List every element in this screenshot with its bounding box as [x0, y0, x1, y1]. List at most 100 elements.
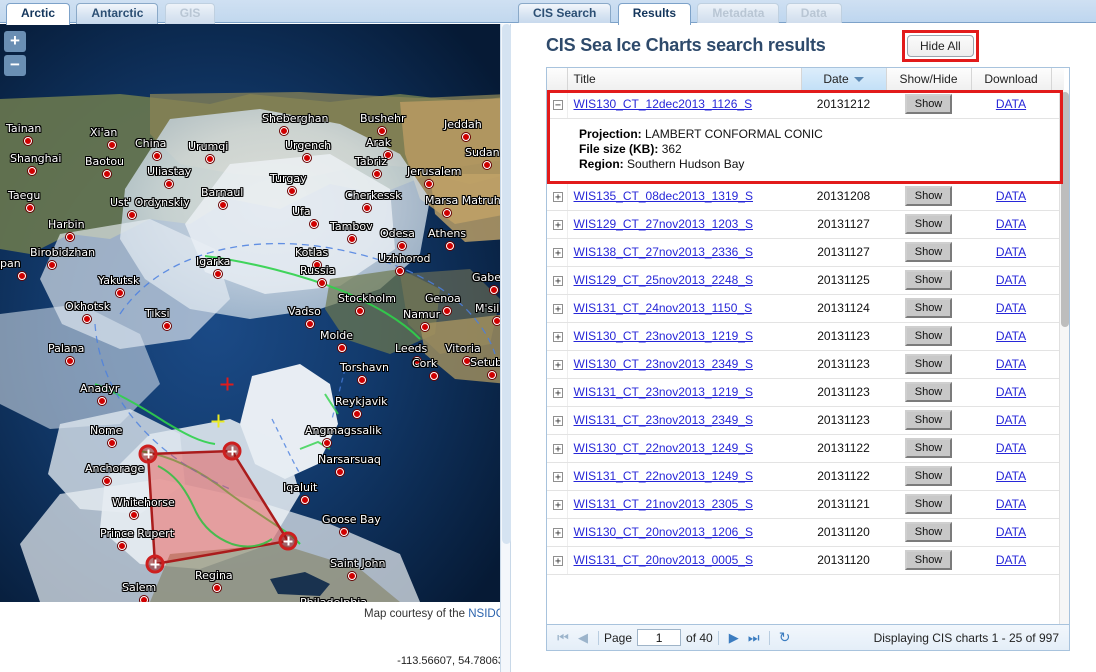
table-row[interactable]: + WIS130_CT_22nov2013_1249_S 20131122 Show D… [547, 434, 1064, 463]
download-data-link[interactable]: DATA [996, 553, 1026, 567]
row-expand-toggle[interactable]: + [553, 444, 563, 455]
tab-antarctic[interactable]: Antarctic [76, 3, 159, 24]
tab-cis-search[interactable]: CIS Search [518, 3, 612, 24]
chart-title-link[interactable]: WIS130_CT_23nov2013_2349_S [574, 357, 753, 371]
chart-title-link[interactable]: WIS138_CT_27nov2013_2336_S [574, 245, 753, 259]
chart-title-link[interactable]: WIS131_CT_24nov2013_1150_S [574, 301, 753, 315]
show-button[interactable]: Show [904, 438, 953, 458]
table-row[interactable]: + WIS130_CT_23nov2013_1219_S 20131123 Show D… [547, 322, 1064, 351]
next-page-button[interactable]: ▶ [724, 631, 744, 644]
download-data-link[interactable]: DATA [996, 441, 1026, 455]
row-expand-toggle[interactable]: + [553, 500, 563, 511]
row-expand-toggle[interactable]: + [553, 556, 563, 567]
zoom-out-button[interactable]: − [4, 55, 26, 76]
row-expand-toggle[interactable]: + [553, 472, 563, 483]
chart-title-link[interactable]: WIS131_CT_20nov2013_0005_S [574, 553, 753, 567]
refresh-icon[interactable]: ↻ [779, 629, 791, 646]
chart-title-link[interactable]: WIS131_CT_22nov2013_1249_S [574, 469, 753, 483]
row-expand-toggle[interactable]: + [553, 360, 563, 371]
map-viewport[interactable]: Tainan Xi'an China Urumqi Sheberghan Bushehr J… [0, 24, 508, 602]
row-expand-toggle[interactable]: + [553, 276, 563, 287]
download-data-link[interactable]: DATA [996, 357, 1026, 371]
results-grid-scrollbar-thumb[interactable] [1061, 92, 1069, 327]
download-data-link[interactable]: DATA [996, 413, 1026, 427]
table-row[interactable]: + WIS131_CT_20nov2013_0005_S 20131120 Show D… [547, 546, 1064, 575]
chart-title-link[interactable]: WIS130_CT_22nov2013_1249_S [574, 441, 753, 455]
table-row[interactable]: + WIS138_CT_27nov2013_2336_S 20131127 Show D… [547, 238, 1064, 267]
show-button[interactable]: Show [904, 186, 953, 206]
download-data-link[interactable]: DATA [996, 469, 1026, 483]
download-data-link[interactable]: DATA [996, 97, 1026, 111]
table-row[interactable]: + WIS130_CT_23nov2013_2349_S 20131123 Show D… [547, 350, 1064, 379]
table-row[interactable]: + WIS130_CT_20nov2013_1206_S 20131120 Show D… [547, 518, 1064, 547]
download-data-link[interactable]: DATA [996, 525, 1026, 539]
previous-page-button[interactable]: ◀ [573, 631, 593, 644]
row-expand-toggle[interactable]: + [553, 304, 563, 315]
row-expand-toggle[interactable]: + [553, 528, 563, 539]
tab-results[interactable]: Results [617, 3, 692, 25]
column-download[interactable]: Download [971, 68, 1052, 91]
download-data-link[interactable]: DATA [996, 385, 1026, 399]
chart-title-link[interactable]: WIS130_CT_12dec2013_1126_S [574, 97, 753, 111]
first-page-button[interactable]: ⏮ [553, 631, 573, 644]
show-button[interactable]: Show [904, 214, 953, 234]
chart-title-link[interactable]: WIS129_CT_27nov2013_1203_S [574, 217, 753, 231]
show-button[interactable]: Show [904, 242, 953, 262]
show-button[interactable]: Show [904, 270, 953, 290]
chart-title-link[interactable]: WIS131_CT_23nov2013_2349_S [574, 413, 753, 427]
show-button[interactable]: Show [904, 298, 953, 318]
chart-title-link[interactable]: WIS129_CT_25nov2013_2248_S [574, 273, 753, 287]
row-expand-toggle[interactable]: + [553, 332, 563, 343]
chart-title-link[interactable]: WIS131_CT_23nov2013_1219_S [574, 385, 753, 399]
polygon-vertex-nw[interactable] [138, 444, 158, 464]
table-row[interactable]: + WIS131_CT_23nov2013_1219_S 20131123 Show D… [547, 378, 1064, 407]
page-number-input[interactable] [637, 629, 682, 646]
last-page-button[interactable]: ⏭ [744, 631, 764, 644]
chart-title-link[interactable]: WIS130_CT_23nov2013_1219_S [574, 329, 753, 343]
row-expand-toggle[interactable]: − [553, 100, 563, 111]
show-button[interactable]: Show [904, 522, 953, 542]
show-button[interactable]: Show [904, 494, 953, 514]
download-data-link[interactable]: DATA [996, 245, 1026, 259]
download-data-link[interactable]: DATA [996, 189, 1026, 203]
row-expand-toggle[interactable]: + [553, 192, 563, 203]
show-button[interactable]: Show [904, 382, 953, 402]
show-button[interactable]: Show [904, 94, 953, 114]
table-row[interactable]: + WIS131_CT_21nov2013_2305_S 20131121 Show D… [547, 490, 1064, 519]
download-data-link[interactable]: DATA [996, 497, 1026, 511]
row-expand-toggle[interactable]: + [553, 220, 563, 231]
show-button[interactable]: Show [904, 354, 953, 374]
polygon-vertex-ne[interactable] [222, 441, 242, 461]
show-button[interactable]: Show [904, 466, 953, 486]
tab-arctic[interactable]: Arctic [6, 3, 71, 25]
show-button[interactable]: Show [904, 550, 953, 570]
table-row[interactable]: + WIS131_CT_22nov2013_1249_S 20131122 Show D… [547, 462, 1064, 491]
left-panel-scrollbar-thumb[interactable] [502, 24, 511, 544]
results-grid-scrollbar[interactable] [1059, 90, 1069, 624]
polygon-vertex-se[interactable] [278, 531, 298, 551]
column-date[interactable]: Date [801, 68, 887, 91]
hide-all-button[interactable]: Hide All [907, 35, 974, 57]
show-button[interactable]: Show [904, 410, 953, 430]
download-data-link[interactable]: DATA [996, 273, 1026, 287]
table-row[interactable]: + WIS131_CT_23nov2013_2349_S 20131123 Show D… [547, 406, 1064, 435]
download-data-link[interactable]: DATA [996, 301, 1026, 315]
row-expand-toggle[interactable]: + [553, 388, 563, 399]
row-expand-toggle[interactable]: + [553, 416, 563, 427]
nsidc-link[interactable]: NSIDC [468, 608, 504, 620]
row-expand-toggle[interactable]: + [553, 248, 563, 259]
table-row[interactable]: + WIS129_CT_25nov2013_2248_S 20131125 Show D… [547, 266, 1064, 295]
table-row[interactable]: + WIS129_CT_27nov2013_1203_S 20131127 Show D… [547, 210, 1064, 239]
chart-title-link[interactable]: WIS135_CT_08dec2013_1319_S [574, 189, 753, 203]
column-show-hide[interactable]: Show/Hide [886, 68, 972, 91]
polygon-vertex-sw[interactable] [145, 554, 165, 574]
column-title[interactable]: Title [567, 68, 802, 91]
chart-title-link[interactable]: WIS130_CT_20nov2013_1206_S [574, 525, 753, 539]
left-panel-scrollbar[interactable] [500, 24, 511, 672]
show-button[interactable]: Show [904, 326, 953, 346]
table-row[interactable]: + WIS131_CT_24nov2013_1150_S 20131124 Show D… [547, 294, 1064, 323]
download-data-link[interactable]: DATA [996, 329, 1026, 343]
table-row[interactable]: + WIS135_CT_08dec2013_1319_S 20131208 Show D… [547, 182, 1064, 211]
download-data-link[interactable]: DATA [996, 217, 1026, 231]
table-row[interactable]: − WIS130_CT_12dec2013_1126_S 20131212 Show D… [547, 90, 1064, 119]
